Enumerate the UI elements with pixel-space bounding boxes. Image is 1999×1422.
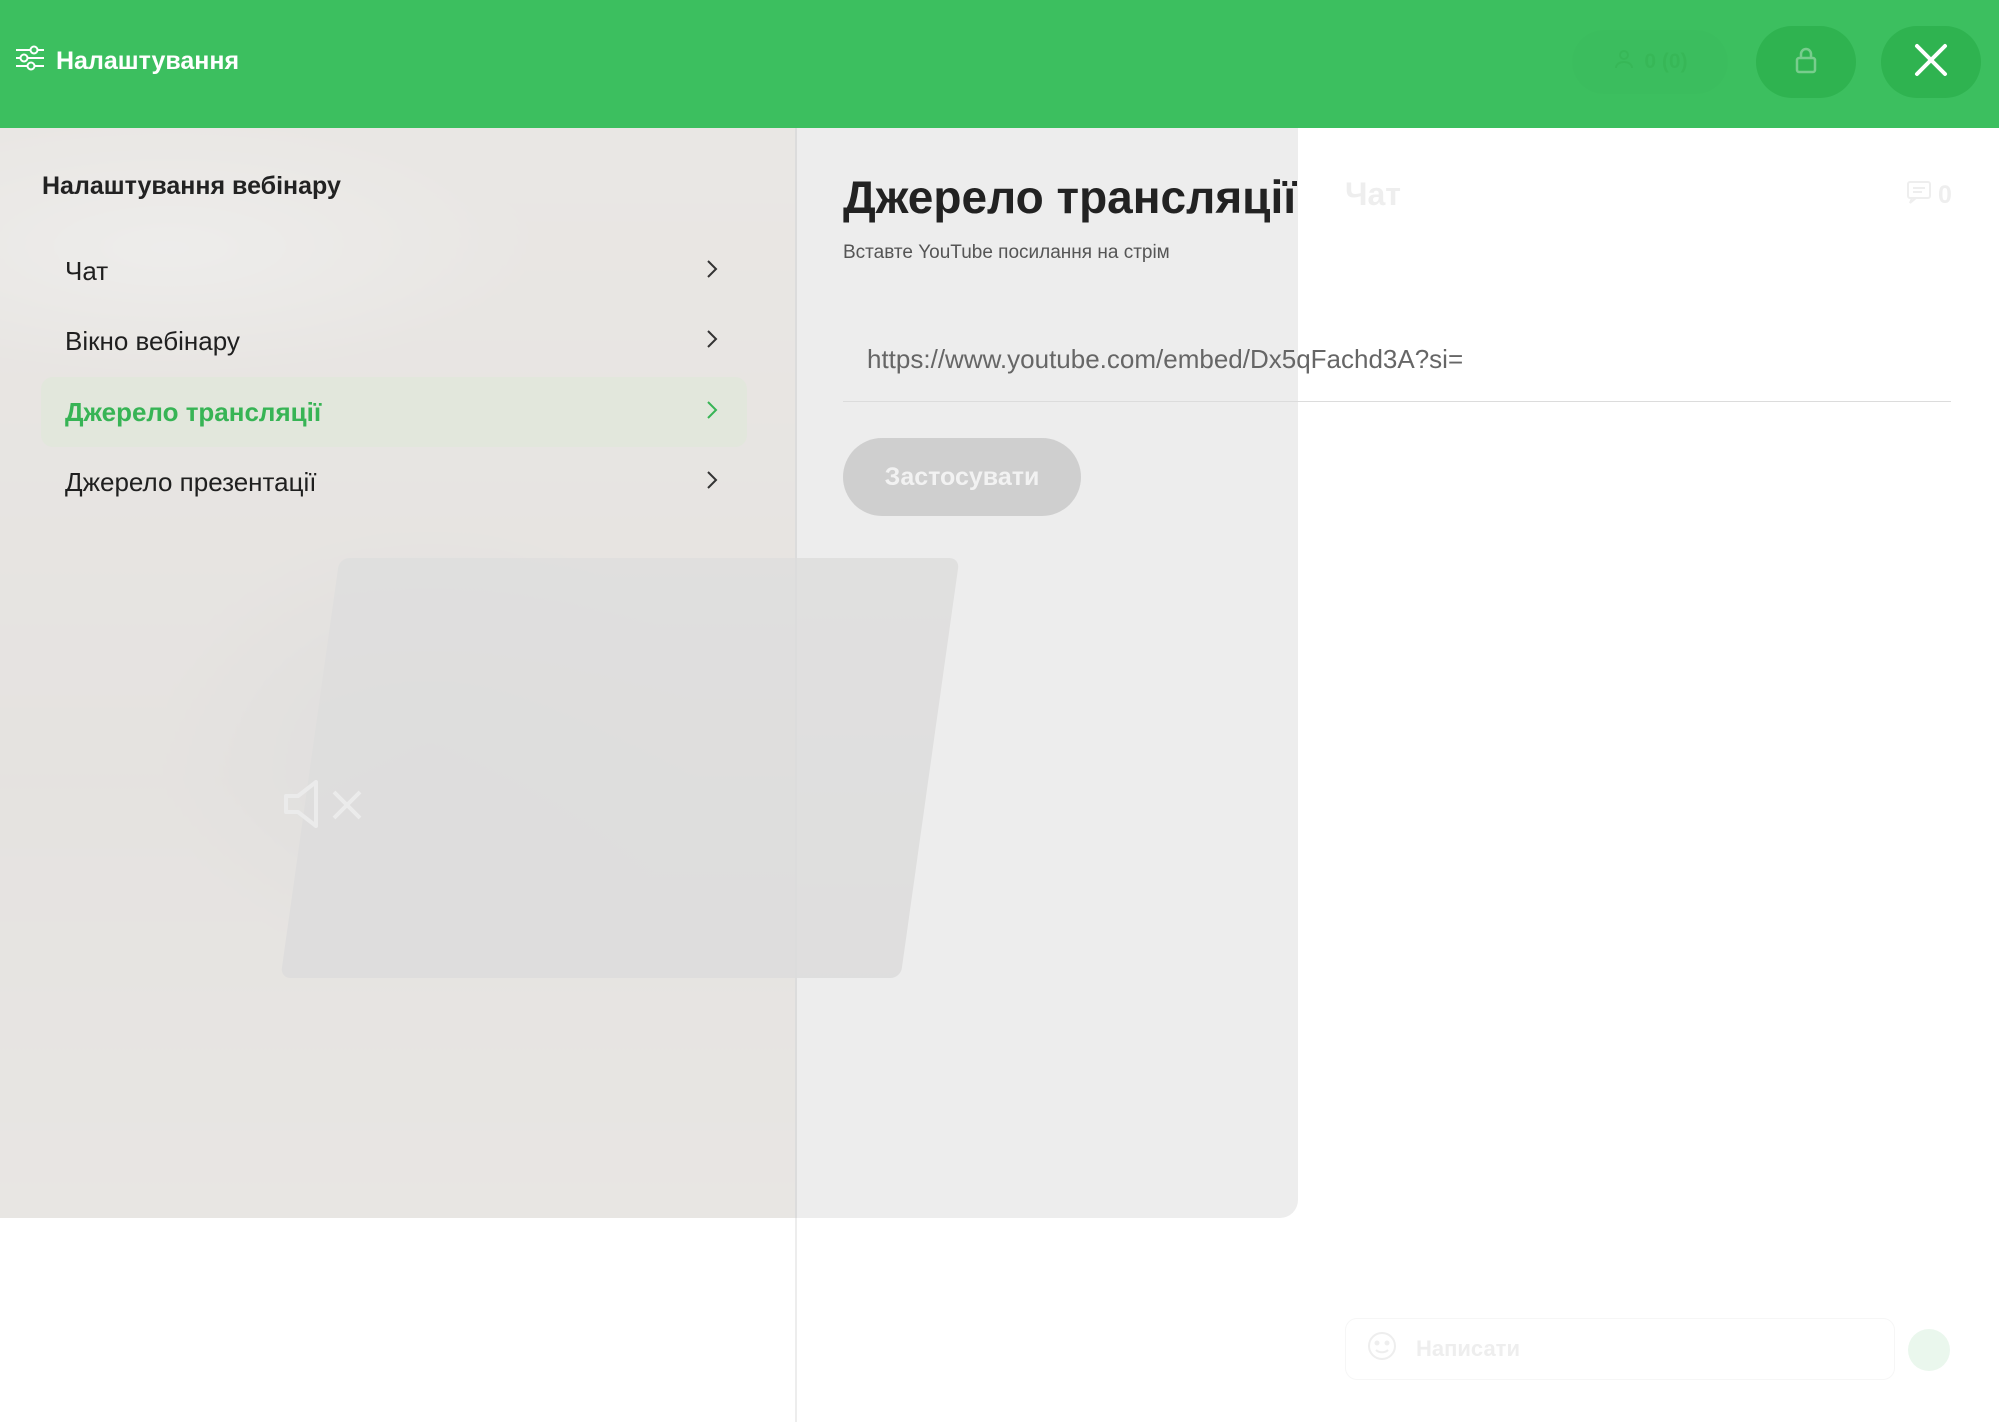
chat-message-count: 0: [1906, 180, 1952, 211]
lock-icon: [1793, 45, 1819, 80]
chat-label: Чат: [1345, 176, 1401, 212]
settings-header-title[interactable]: Налаштування: [14, 42, 239, 81]
chevron-right-icon: [701, 397, 723, 428]
settings-item-presentation-source[interactable]: Джерело презентації: [41, 447, 747, 517]
message-icon: [1906, 180, 1932, 211]
settings-item-label: Джерело трансляції: [65, 396, 322, 427]
settings-panel: Налаштування вебінару Чат Вікно вебінару…: [0, 128, 1951, 1218]
send-button[interactable]: [1908, 1329, 1950, 1371]
stream-url-input[interactable]: [843, 318, 1951, 402]
emoji-icon[interactable]: [1366, 1330, 1398, 1368]
settings-item-label: Вікно вебінару: [65, 325, 240, 356]
apply-button[interactable]: Застосувати: [843, 438, 1081, 516]
settings-item-label: Чат: [65, 255, 109, 286]
chevron-right-icon: [701, 326, 723, 357]
settings-item-webinar-window[interactable]: Вікно вебінару: [41, 306, 747, 376]
video-caption: Jazz Piano": [0, 1259, 280, 1325]
close-button[interactable]: [1881, 26, 1981, 98]
user-icon: [1612, 47, 1636, 77]
top-header: Налаштування 0 (0): [0, 0, 1999, 128]
settings-item-label: Джерело презентації: [65, 466, 317, 497]
settings-item-stream-source[interactable]: Джерело трансляції: [41, 377, 747, 447]
settings-menu-title: Налаштування вебінару: [42, 172, 341, 200]
viewers-count: 0 (0): [1644, 50, 1688, 73]
close-icon: [1913, 42, 1949, 83]
stream-source-subtitle: Вставте YouTube посилання на стрім: [843, 242, 1170, 263]
chat-count-value: 0: [1938, 181, 1952, 209]
settings-divider: [795, 128, 797, 1218]
stream-source-title: Джерело трансляції: [843, 171, 1297, 223]
header-title-text: Налаштування: [56, 47, 240, 75]
chat-compose-input[interactable]: Написати: [1345, 1318, 1895, 1380]
settings-item-chat[interactable]: Чат: [41, 236, 747, 306]
compose-placeholder: Написати: [1416, 1336, 1520, 1361]
chevron-right-icon: [701, 467, 723, 498]
chevron-right-icon: [701, 256, 723, 287]
lock-button[interactable]: [1756, 26, 1856, 98]
viewers-counter[interactable]: 0 (0): [1572, 30, 1728, 94]
sliders-icon: [14, 42, 46, 81]
